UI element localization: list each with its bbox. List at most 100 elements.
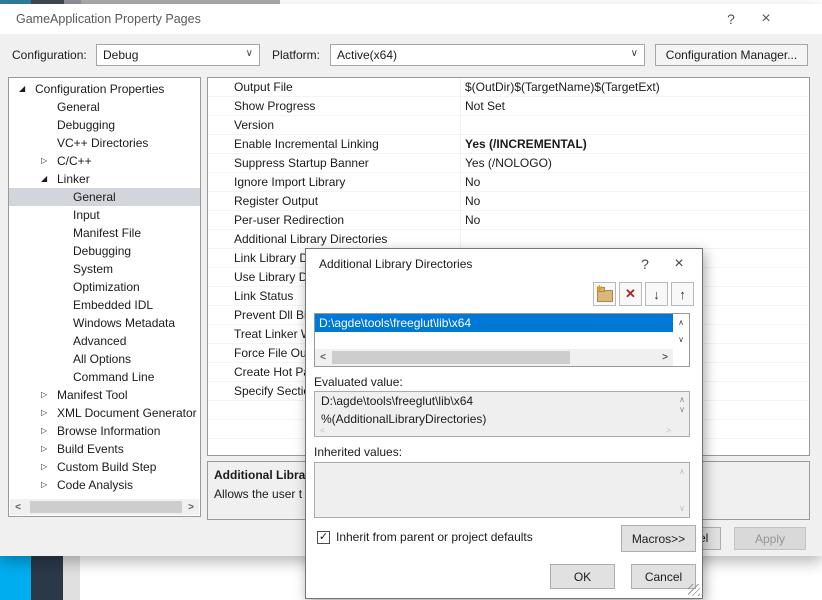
property-value[interactable]: No — [460, 192, 480, 211]
tree-item-vc-directories[interactable]: VC++ Directories — [9, 134, 200, 152]
configuration-label: Configuration: — [12, 44, 87, 66]
scroll-right-icon[interactable]: > — [657, 349, 673, 366]
directories-list[interactable]: D:\agde\tools\freeglut\lib\x64 ∧ ∨ < > — [314, 313, 690, 367]
property-row-enable-incremental-linking[interactable]: Enable Incremental LinkingYes (/INCREMEN… — [208, 135, 809, 154]
list-vertical-scrollbar[interactable]: ∧ ∨ — [673, 314, 689, 366]
tree-item-windows-metadata[interactable]: Windows Metadata — [9, 314, 200, 332]
tree-item-configuration-properties[interactable]: ◢Configuration Properties — [9, 80, 200, 98]
tree-item-general[interactable]: General — [9, 188, 200, 206]
inherited-values-label: Inherited values: — [314, 445, 402, 459]
tree-item-build-events[interactable]: ▷Build Events — [9, 440, 200, 458]
tree-item-debugging[interactable]: Debugging — [9, 242, 200, 260]
collapsed-expander-icon[interactable]: ▷ — [41, 440, 57, 458]
move-down-button[interactable]: ↓ — [645, 282, 668, 306]
tree-item-linker[interactable]: ◢Linker — [9, 170, 200, 188]
property-row-show-progress[interactable]: Show ProgressNot Set — [208, 97, 809, 116]
collapsed-expander-icon[interactable]: ▷ — [41, 404, 57, 422]
tree-horizontal-scrollbar[interactable]: < > — [10, 499, 199, 515]
scroll-left-icon[interactable]: < — [10, 499, 26, 515]
list-horizontal-scrollbar[interactable]: < > — [315, 349, 673, 366]
property-value[interactable]: Yes (/NOLOGO) — [460, 154, 552, 173]
arrow-up-icon: ↑ — [679, 287, 686, 302]
ok-label: OK — [574, 570, 591, 584]
scrollbar-thumb[interactable] — [30, 501, 182, 513]
apply-button[interactable]: Apply — [734, 527, 806, 550]
tree-item-manifest-file[interactable]: Manifest File — [9, 224, 200, 242]
evaluated-value-box: D:\agde\tools\freeglut\lib\x64%(Addition… — [314, 391, 690, 437]
tree-item-general[interactable]: General — [9, 98, 200, 116]
tree-item-advanced[interactable]: Advanced — [9, 332, 200, 350]
property-name: Per-user Redirection — [208, 211, 460, 230]
tree-item-code-analysis[interactable]: ▷Code Analysis — [9, 476, 200, 494]
dialog-title: Additional Library Directories — [319, 249, 472, 279]
tree-item-manifest-tool[interactable]: ▷Manifest Tool — [9, 386, 200, 404]
settings-tree[interactable]: ◢Configuration PropertiesGeneralDebuggin… — [8, 77, 201, 517]
property-row-register-output[interactable]: Register OutputNo — [208, 192, 809, 211]
property-row-additional-library-directories[interactable]: Additional Library Directories — [208, 230, 809, 249]
scrollbar-thumb[interactable] — [332, 351, 570, 364]
selected-directory-row[interactable]: D:\agde\tools\freeglut\lib\x64 — [315, 314, 673, 332]
evaluated-value-line: %(AdditionalLibraryDirectories) — [315, 410, 689, 428]
property-value[interactable]: Not Set — [460, 97, 505, 116]
delete-line-button[interactable]: ✕ — [619, 282, 642, 306]
tree-item-embedded-idl[interactable]: Embedded IDL — [9, 296, 200, 314]
property-value[interactable]: No — [460, 211, 480, 230]
tree-item-label: All Options — [73, 350, 131, 368]
collapsed-expander-icon[interactable]: ▷ — [41, 386, 57, 404]
tree-item-input[interactable]: Input — [9, 206, 200, 224]
tree-item-label: General — [57, 98, 100, 116]
close-button[interactable]: × — [668, 250, 690, 278]
property-row-suppress-startup-banner[interactable]: Suppress Startup BannerYes (/NOLOGO) — [208, 154, 809, 173]
expanded-expander-icon[interactable]: ◢ — [41, 170, 57, 188]
property-row-version[interactable]: Version — [208, 116, 809, 135]
property-row-output-file[interactable]: Output File$(OutDir)$(TargetName)$(Targe… — [208, 78, 809, 97]
close-button[interactable]: × — [753, 4, 779, 34]
property-value[interactable]: Yes (/INCREMENTAL) — [460, 135, 587, 154]
tree-item-label: Custom Build Step — [57, 458, 156, 476]
tree-item-browse-information[interactable]: ▷Browse Information — [9, 422, 200, 440]
evaluated-lines: D:\agde\tools\freeglut\lib\x64%(Addition… — [315, 392, 689, 428]
configuration-dropdown[interactable]: Debug ∨ — [96, 44, 260, 66]
property-value[interactable]: No — [460, 173, 480, 192]
move-up-button[interactable]: ↑ — [671, 282, 694, 306]
inherit-defaults-label: Inherit from parent or project defaults — [336, 529, 533, 545]
desktop-tile-navy — [31, 556, 63, 600]
collapsed-expander-icon[interactable]: ▷ — [41, 458, 57, 476]
tree-item-system[interactable]: System — [9, 260, 200, 278]
tree-item-label: General — [73, 188, 116, 206]
cancel-button[interactable]: Cancel — [631, 564, 696, 589]
tree-item-xml-document-generator[interactable]: ▷XML Document Generator — [9, 404, 200, 422]
collapsed-expander-icon[interactable]: ▷ — [41, 476, 57, 494]
macros-button[interactable]: Macros>> — [621, 525, 696, 552]
tree-item-debugging[interactable]: Debugging — [9, 116, 200, 134]
property-row-ignore-import-library[interactable]: Ignore Import LibraryNo — [208, 173, 809, 192]
ok-button[interactable]: OK — [550, 564, 615, 589]
title-bar[interactable]: GameApplication Property Pages ? × — [0, 4, 822, 34]
tree-item-label: Manifest Tool — [57, 386, 127, 404]
scroll-down-icon[interactable]: ∨ — [673, 331, 689, 348]
configuration-manager-button[interactable]: Configuration Manager... — [655, 44, 808, 66]
collapsed-expander-icon[interactable]: ▷ — [41, 422, 57, 440]
scroll-down-icon: ∨ — [679, 405, 685, 414]
tree-item-optimization[interactable]: Optimization — [9, 278, 200, 296]
expanded-expander-icon[interactable]: ◢ — [19, 80, 35, 98]
tree-item-label: Configuration Properties — [35, 80, 164, 98]
help-button[interactable]: ? — [718, 4, 744, 34]
inherit-defaults-checkbox[interactable]: ✓ — [317, 531, 330, 544]
help-button[interactable]: ? — [634, 250, 656, 278]
screen: GameApplication Property Pages ? × Confi… — [0, 0, 822, 600]
scroll-right-icon[interactable]: > — [183, 499, 199, 515]
property-value[interactable]: $(OutDir)$(TargetName)$(TargetExt) — [460, 78, 660, 97]
resize-grip[interactable] — [688, 584, 700, 596]
scroll-left-icon[interactable]: < — [315, 349, 331, 366]
scroll-up-icon[interactable]: ∧ — [673, 314, 689, 331]
tree-item-command-line[interactable]: Command Line — [9, 368, 200, 386]
platform-dropdown[interactable]: Active(x64) ∨ — [330, 44, 645, 66]
tree-item-all-options[interactable]: All Options — [9, 350, 200, 368]
tree-item-custom-build-step[interactable]: ▷Custom Build Step — [9, 458, 200, 476]
collapsed-expander-icon[interactable]: ▷ — [41, 152, 57, 170]
property-row-per-user-redirection[interactable]: Per-user RedirectionNo — [208, 211, 809, 230]
tree-item-c-c[interactable]: ▷C/C++ — [9, 152, 200, 170]
new-line-button[interactable]: ✱ — [593, 282, 616, 306]
tree-item-label: Code Analysis — [57, 476, 133, 494]
